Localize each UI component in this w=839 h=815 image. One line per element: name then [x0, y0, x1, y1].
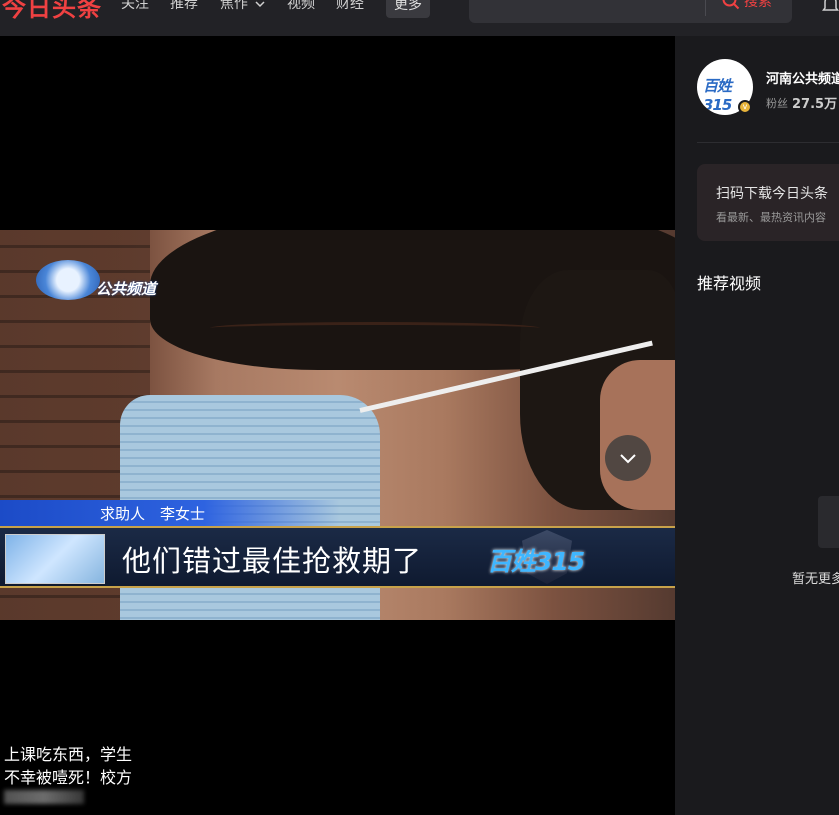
empty-placeholder	[818, 496, 839, 548]
fans-label: 粉丝	[766, 97, 788, 110]
divider	[697, 142, 839, 143]
search-button[interactable]: 搜索	[722, 0, 772, 11]
channel-name: 公共频道	[96, 280, 157, 298]
video-frame[interactable]: 公共频道 求助人 李女士 他们错过最佳抢救期了 百姓315	[0, 230, 675, 620]
empty-text: 暂无更多	[792, 572, 839, 587]
download-subtitle: 看最新、最热资讯内容	[716, 211, 826, 224]
author-name[interactable]: 河南公共频道	[766, 68, 839, 87]
verified-badge-icon: v	[738, 100, 752, 114]
chevron-down-icon	[620, 454, 636, 464]
eyes-shape	[210, 322, 540, 334]
chevron-down-icon	[255, 1, 265, 8]
video-caption: 他们错过最佳抢救期了	[122, 544, 423, 578]
toutiao-logo[interactable]: 今日头条	[2, 0, 102, 23]
blurred-text	[4, 790, 84, 804]
nav-item-finance[interactable]: 财经	[336, 0, 364, 13]
nav-item-jiaozuo[interactable]: 焦作	[220, 0, 265, 13]
video-player[interactable]: 公共频道 求助人 李女士 他们错过最佳抢救期了 百姓315 上课吃东西，学生 不…	[0, 36, 675, 815]
fans-count: 27.5万	[792, 97, 838, 112]
nav-item-video[interactable]: 视频	[287, 0, 315, 13]
show-logo: 百姓315	[487, 530, 599, 588]
top-navigation-bar: 今日头条 关注 推荐 焦作 视频 财经 更多 搜索	[0, 0, 839, 36]
nav-item-recommend[interactable]: 推荐	[170, 0, 198, 13]
channel-logo-icon	[36, 260, 100, 300]
related-title-line: 不幸被噎死！校方	[4, 768, 133, 787]
download-app-card[interactable]: 扫码下载今日头条 看最新、最热资讯内容	[697, 164, 839, 241]
bell-icon[interactable]	[822, 0, 839, 14]
collapse-button[interactable]	[605, 435, 651, 481]
related-title-line: 上课吃东西，学生	[4, 745, 133, 764]
search-button-label: 搜索	[744, 0, 772, 10]
search-divider	[705, 0, 706, 16]
search-icon	[722, 0, 740, 10]
download-title: 扫码下载今日头条	[716, 186, 828, 202]
show-logo-text: 百姓315	[487, 547, 585, 576]
nav-more-button[interactable]: 更多	[386, 0, 430, 18]
caption-thumbnail	[5, 534, 105, 584]
caption-bar: 他们错过最佳抢救期了 百姓315	[0, 526, 675, 588]
person-name-bar: 求助人 李女士	[0, 500, 340, 526]
related-video-title[interactable]: 上课吃东西，学生 不幸被噎死！校方	[4, 743, 144, 789]
recommended-videos-heading: 推荐视频	[697, 274, 762, 293]
person-label: 求助人 李女士	[100, 505, 206, 523]
side-panel: 百姓315 v 河南公共频道 粉丝 27.5万 扫码下载今日头条 看最新、最热资…	[675, 36, 839, 815]
nav-item-label: 焦作	[220, 0, 248, 12]
nav-item-follow[interactable]: 关注	[121, 0, 149, 13]
